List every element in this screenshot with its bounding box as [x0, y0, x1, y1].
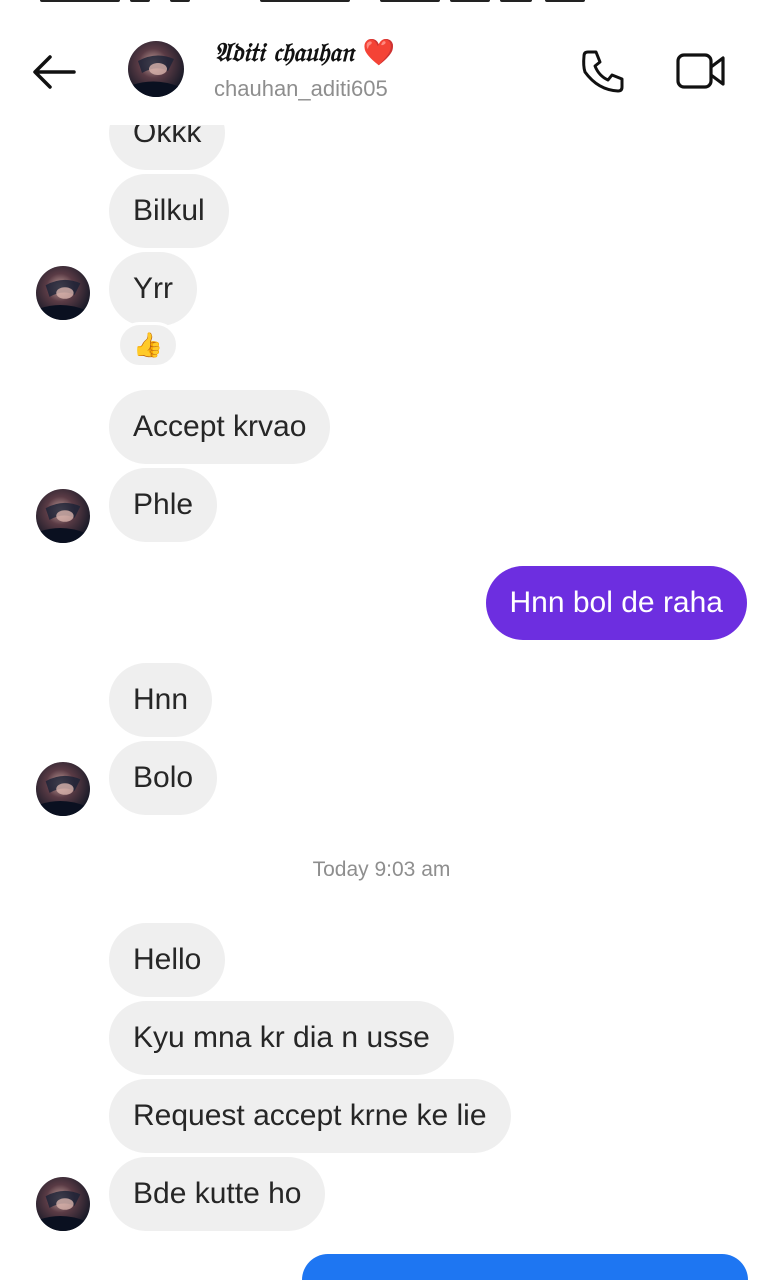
contact-username: chauhan_aditi605 — [214, 76, 388, 101]
message-bubble[interactable]: Bolo — [109, 741, 218, 815]
status-bar-remnant — [0, 0, 763, 6]
message-bubble[interactable]: Bilkul — [109, 174, 229, 248]
sent-message-bubble-partial[interactable] — [302, 1254, 748, 1280]
message-text: Phle — [133, 488, 194, 521]
message-text: Accept krvao — [133, 410, 307, 443]
thumbs-up-reaction-icon[interactable]: 👍 — [117, 322, 179, 368]
message-bubble[interactable]: Request accept krne ke lie — [109, 1079, 511, 1153]
message-text: Hnn — [133, 683, 189, 716]
message-text: Kyu mna kr dia n usse — [133, 1021, 430, 1054]
message-bubble[interactable]: Hnn — [109, 663, 213, 737]
sender-avatar[interactable] — [36, 266, 90, 320]
sender-avatar[interactable] — [36, 489, 90, 543]
message-text: Bilkul — [133, 194, 205, 227]
message-bubble[interactable]: Accept krvao — [109, 390, 331, 464]
video-camera-icon[interactable] — [675, 46, 727, 96]
chat-header: 𝔄𝔡𝔦𝔱𝔦 𝔠𝔥𝔞𝔲𝔥𝔞𝔫 ❤️ chauhan_aditi605 — [0, 0, 763, 125]
message-bubble[interactable]: Bde kutte ho — [109, 1157, 326, 1231]
message-bubble[interactable]: Kyu mna kr dia n usse — [109, 1001, 454, 1075]
message-text: Yrr — [133, 272, 173, 305]
phone-icon[interactable] — [578, 46, 628, 96]
contact-avatar[interactable] — [128, 41, 184, 97]
back-arrow-icon[interactable] — [30, 52, 80, 92]
heart-icon: ❤️ — [362, 38, 396, 68]
message-text: Request accept krne ke lie — [133, 1099, 487, 1132]
message-text: Bolo — [133, 761, 194, 794]
message-text: Hello — [133, 943, 202, 976]
message-bubble[interactable]: Phle — [109, 468, 218, 542]
contact-name-text: 𝔄𝔡𝔦𝔱𝔦 𝔠𝔥𝔞𝔲𝔥𝔞𝔫 — [214, 38, 354, 68]
sent-message-bubble[interactable]: Hnn bol de raha — [485, 566, 747, 640]
contact-name[interactable]: 𝔄𝔡𝔦𝔱𝔦 𝔠𝔥𝔞𝔲𝔥𝔞𝔫 ❤️ — [214, 38, 395, 69]
message-text: Bde kutte ho — [133, 1177, 302, 1210]
message-bubble[interactable]: Yrr — [109, 252, 197, 326]
sender-avatar[interactable] — [36, 1177, 90, 1231]
sender-avatar[interactable] — [36, 762, 90, 816]
timestamp-divider: Today 9:03 am — [312, 858, 451, 881]
message-bubble[interactable]: Hello — [109, 923, 226, 997]
message-text: Hnn bol de raha — [509, 586, 724, 619]
